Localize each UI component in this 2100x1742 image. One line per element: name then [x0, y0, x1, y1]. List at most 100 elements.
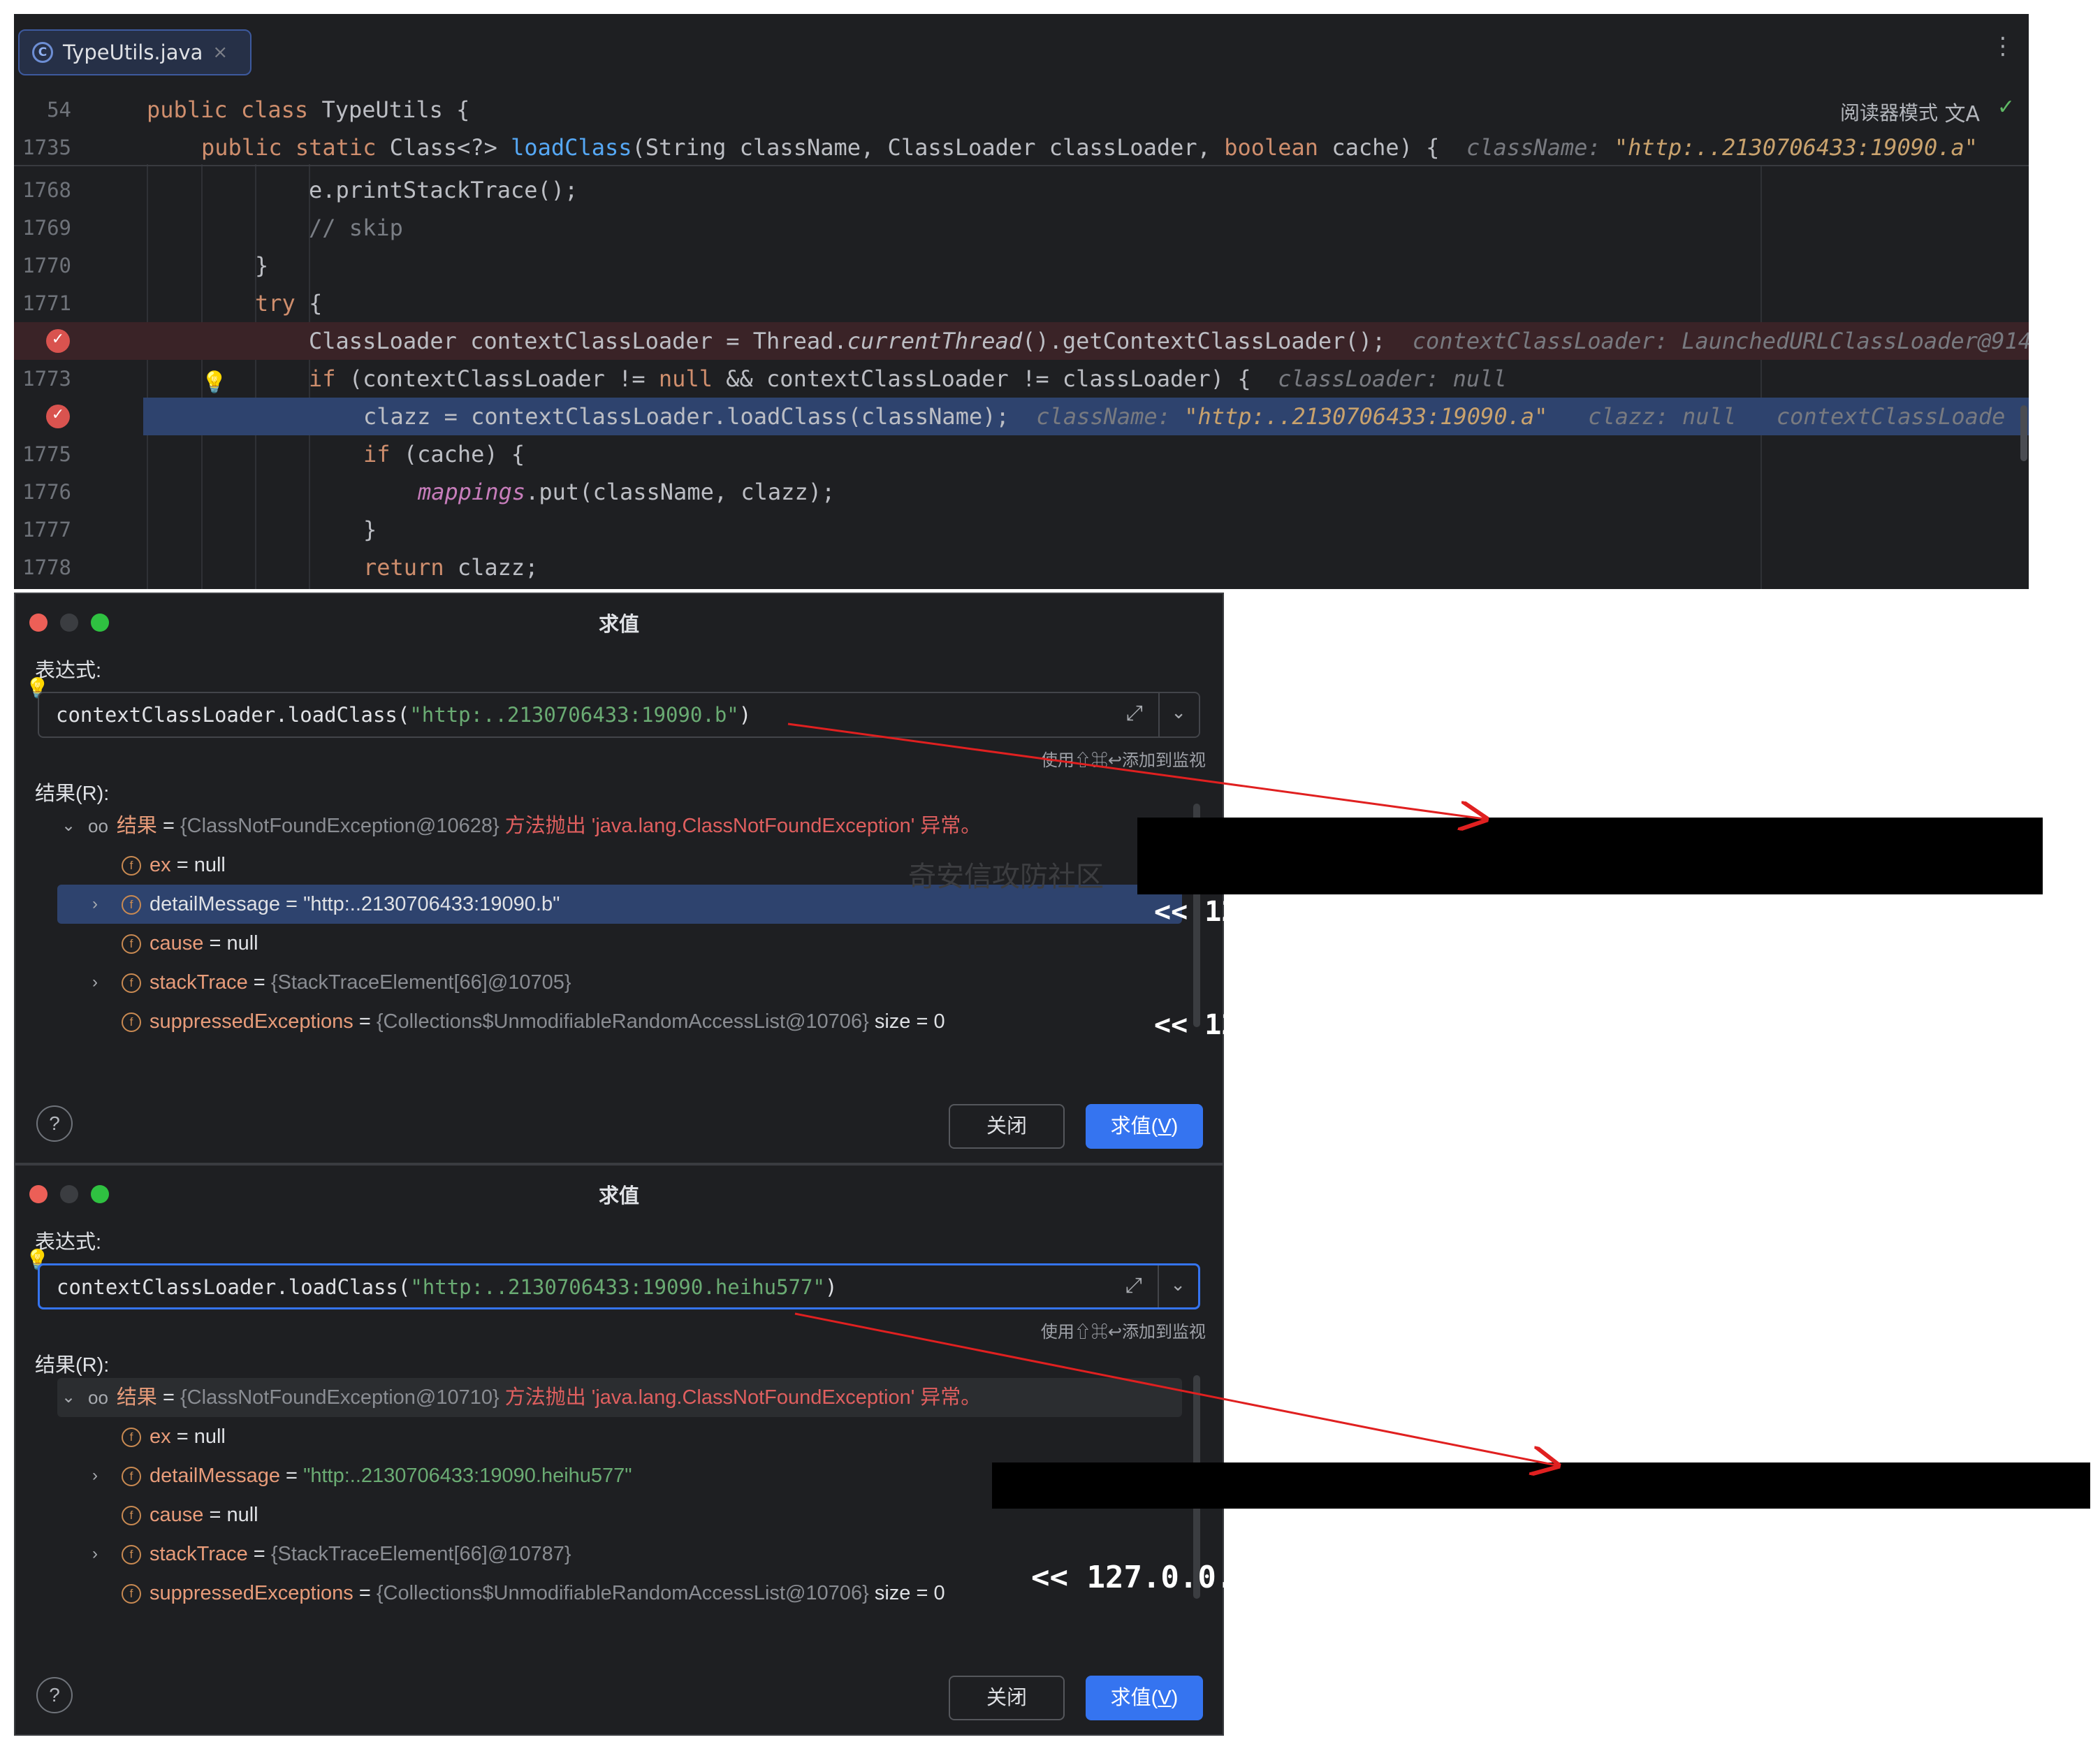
- inline-debug-value: "http:..2130706433:19090.a": [1614, 134, 1978, 161]
- code-line[interactable]: 1775 if (cache) {: [14, 435, 2029, 473]
- chevron-down-icon[interactable]: ⌄: [61, 1378, 75, 1417]
- tree-field-ex[interactable]: f ex = null: [57, 1417, 1182, 1456]
- code-editor[interactable]: C TypeUtils.java × ⋮ 阅读器模式 文A ✓ 54 publi…: [14, 14, 2029, 589]
- field-value: {StackTraceElement[66]@10705}: [270, 971, 571, 994]
- equals-sign: =: [156, 815, 180, 837]
- expression-input[interactable]: contextClassLoader.loadClass("http:..213…: [38, 692, 1200, 738]
- chevron-down-icon[interactable]: ⌄: [61, 806, 75, 845]
- help-button[interactable]: ?: [36, 1105, 73, 1142]
- code-text: (cache) {: [390, 441, 525, 467]
- field-icon: f: [122, 895, 141, 915]
- field-value: = null: [170, 1425, 226, 1448]
- expression-string: "http:..2130706433:19090.b": [409, 703, 739, 727]
- equals-sign: =: [353, 1010, 377, 1033]
- code-text: (contextClassLoader !=: [335, 365, 659, 392]
- add-to-watch-hint: 使用⇧⌘↩添加到监视: [1040, 751, 1206, 770]
- breakpoint-icon[interactable]: ✓: [46, 405, 70, 428]
- result-name: 结果: [116, 1386, 157, 1409]
- expression-code: ): [824, 1275, 838, 1299]
- field-name: stackTrace: [150, 1543, 248, 1565]
- help-button[interactable]: ?: [36, 1677, 73, 1713]
- field-value: = null: [203, 1504, 258, 1526]
- field-icon: f: [122, 973, 141, 994]
- expand-icon[interactable]: ⤢: [1125, 1274, 1142, 1298]
- line-number: 1735: [22, 136, 71, 159]
- tree-field-suppressedexceptions[interactable]: f suppressedExceptions = {Collections$Unm…: [57, 1002, 1182, 1041]
- code-line[interactable]: 1769 // skip: [14, 209, 2029, 247]
- code-line[interactable]: 1770 }: [14, 247, 2029, 284]
- expand-icon[interactable]: ⤢: [1126, 702, 1143, 725]
- close-button[interactable]: 关闭: [949, 1104, 1065, 1149]
- equals-sign: =: [247, 971, 271, 994]
- chevron-right-icon[interactable]: ›: [92, 1534, 98, 1574]
- line-number: 1768: [22, 178, 71, 202]
- lightbulb-icon[interactable]: 💡: [201, 364, 227, 402]
- code-line[interactable]: 1777 }: [14, 511, 2029, 549]
- add-to-watch-hint: 使用⇧⌘↩添加到监视: [1040, 1323, 1206, 1342]
- tree-field-cause[interactable]: f cause = null: [57, 924, 1182, 963]
- code-line[interactable]: 1768 e.printStackTrace();: [14, 171, 2029, 209]
- method-name: loadClass: [511, 134, 632, 161]
- evaluate-label-end: ): [1171, 1115, 1179, 1138]
- field-value: {Collections$UnmodifiableRandomAccessLis…: [376, 1582, 869, 1604]
- evaluate-mnemonic: V: [1158, 1687, 1172, 1709]
- tab-typeutils-java[interactable]: C TypeUtils.java ×: [18, 29, 251, 75]
- keyword: public class: [147, 96, 322, 123]
- result-label: 结果(R):: [35, 783, 110, 805]
- tree-field-suppressedexceptions[interactable]: f suppressedExceptions = {Collections$Unm…: [57, 1574, 1182, 1613]
- evaluate-button[interactable]: 求值(V): [1086, 1104, 1203, 1149]
- close-button[interactable]: 关闭: [949, 1676, 1065, 1720]
- inline-debug-hint: contextClassLoade: [1776, 403, 2006, 430]
- evaluate-button[interactable]: 求值(V): [1086, 1676, 1203, 1720]
- field-name: suppressedExceptions: [150, 1582, 353, 1604]
- code-line-breakpoint[interactable]: 1772 ✓ ClassLoader contextClassLoader = …: [14, 322, 2029, 360]
- code-line[interactable]: 1773 💡 if (contextClassLoader != null &&…: [14, 360, 2029, 398]
- code-text: {: [295, 290, 323, 317]
- evaluate-label: 求值(: [1110, 1115, 1158, 1138]
- tree-field-stacktrace[interactable]: › f stackTrace = {StackTraceElement[66]@1…: [57, 1534, 1182, 1574]
- field-icon: f: [122, 856, 141, 876]
- code-line-current-execution[interactable]: 1774 ✓ clazz = contextClassLoader.loadCl…: [14, 398, 2029, 435]
- field-icon: f: [122, 1584, 141, 1604]
- code-line[interactable]: 54 public class TypeUtils {: [14, 91, 2029, 129]
- editor-tab-bar: C TypeUtils.java × ⋮: [14, 14, 2029, 91]
- evaluate-dialog-2: 求值 表达式: 💡 contextClassLoader.loadClass("…: [14, 1164, 1224, 1736]
- dialog-title: 求值: [598, 614, 639, 636]
- chevron-down-icon[interactable]: ⌄: [1171, 702, 1186, 723]
- tree-field-stacktrace[interactable]: › f stackTrace = {StackTraceElement[66]@1…: [57, 963, 1182, 1002]
- expression-input[interactable]: contextClassLoader.loadClass("http:..213…: [38, 1263, 1200, 1309]
- editor-scrollbar[interactable]: [2020, 405, 2027, 461]
- field-name: mappings: [418, 479, 526, 505]
- keyword: if: [363, 441, 391, 467]
- inline-debug-hint: className:: [1036, 403, 1185, 430]
- code-line[interactable]: 1771 try {: [14, 284, 2029, 322]
- close-icon[interactable]: ×: [212, 42, 228, 63]
- result-tree-root[interactable]: ⌄ oo 结果 = {ClassNotFoundException@10628} …: [57, 806, 1182, 845]
- chevron-down-icon[interactable]: ⌄: [1170, 1274, 1186, 1295]
- field-name: ex: [150, 1425, 171, 1448]
- class-file-icon: C: [32, 42, 53, 63]
- watch-glasses-icon: oo: [88, 1387, 108, 1408]
- code-text: clazz = contextClassLoader.loadClass(cla…: [363, 403, 1009, 430]
- code-line[interactable]: 1776 mappings.put(className, clazz);: [14, 473, 2029, 511]
- chevron-right-icon[interactable]: ›: [92, 885, 98, 924]
- server-log-snippet-2: << 127.0.0.1 "GET /heihu577.class HTTP/1…: [992, 1462, 2090, 1595]
- field-name: stackTrace: [150, 971, 248, 994]
- watermark: 奇安信攻防社区: [908, 861, 1104, 893]
- result-exception-message: 方法抛出 'java.lang.ClassNotFoundException' …: [499, 1386, 982, 1409]
- more-options-icon[interactable]: ⋮: [1991, 34, 2015, 58]
- chevron-right-icon[interactable]: ›: [92, 1456, 98, 1495]
- chevron-right-icon[interactable]: ›: [92, 963, 98, 1002]
- evaluate-mnemonic: V: [1158, 1115, 1172, 1138]
- field-value: "http:..2130706433:19090.b": [303, 893, 560, 915]
- field-value: "http:..2130706433:19090.heihu577": [303, 1465, 632, 1487]
- code-text: }: [255, 252, 269, 279]
- keyword: boolean: [1224, 134, 1319, 161]
- result-tree-root[interactable]: ⌄ oo 结果 = {ClassNotFoundException@10710} …: [57, 1378, 1182, 1417]
- method-name: currentThread: [847, 328, 1023, 354]
- breakpoint-icon[interactable]: ✓: [46, 329, 70, 353]
- code-line[interactable]: 1735 public static Class<?> loadClass(St…: [14, 129, 2029, 166]
- equals-sign: =: [156, 1386, 180, 1409]
- code-line[interactable]: 1778 return clazz;: [14, 549, 2029, 586]
- line-number: 1775: [22, 442, 71, 466]
